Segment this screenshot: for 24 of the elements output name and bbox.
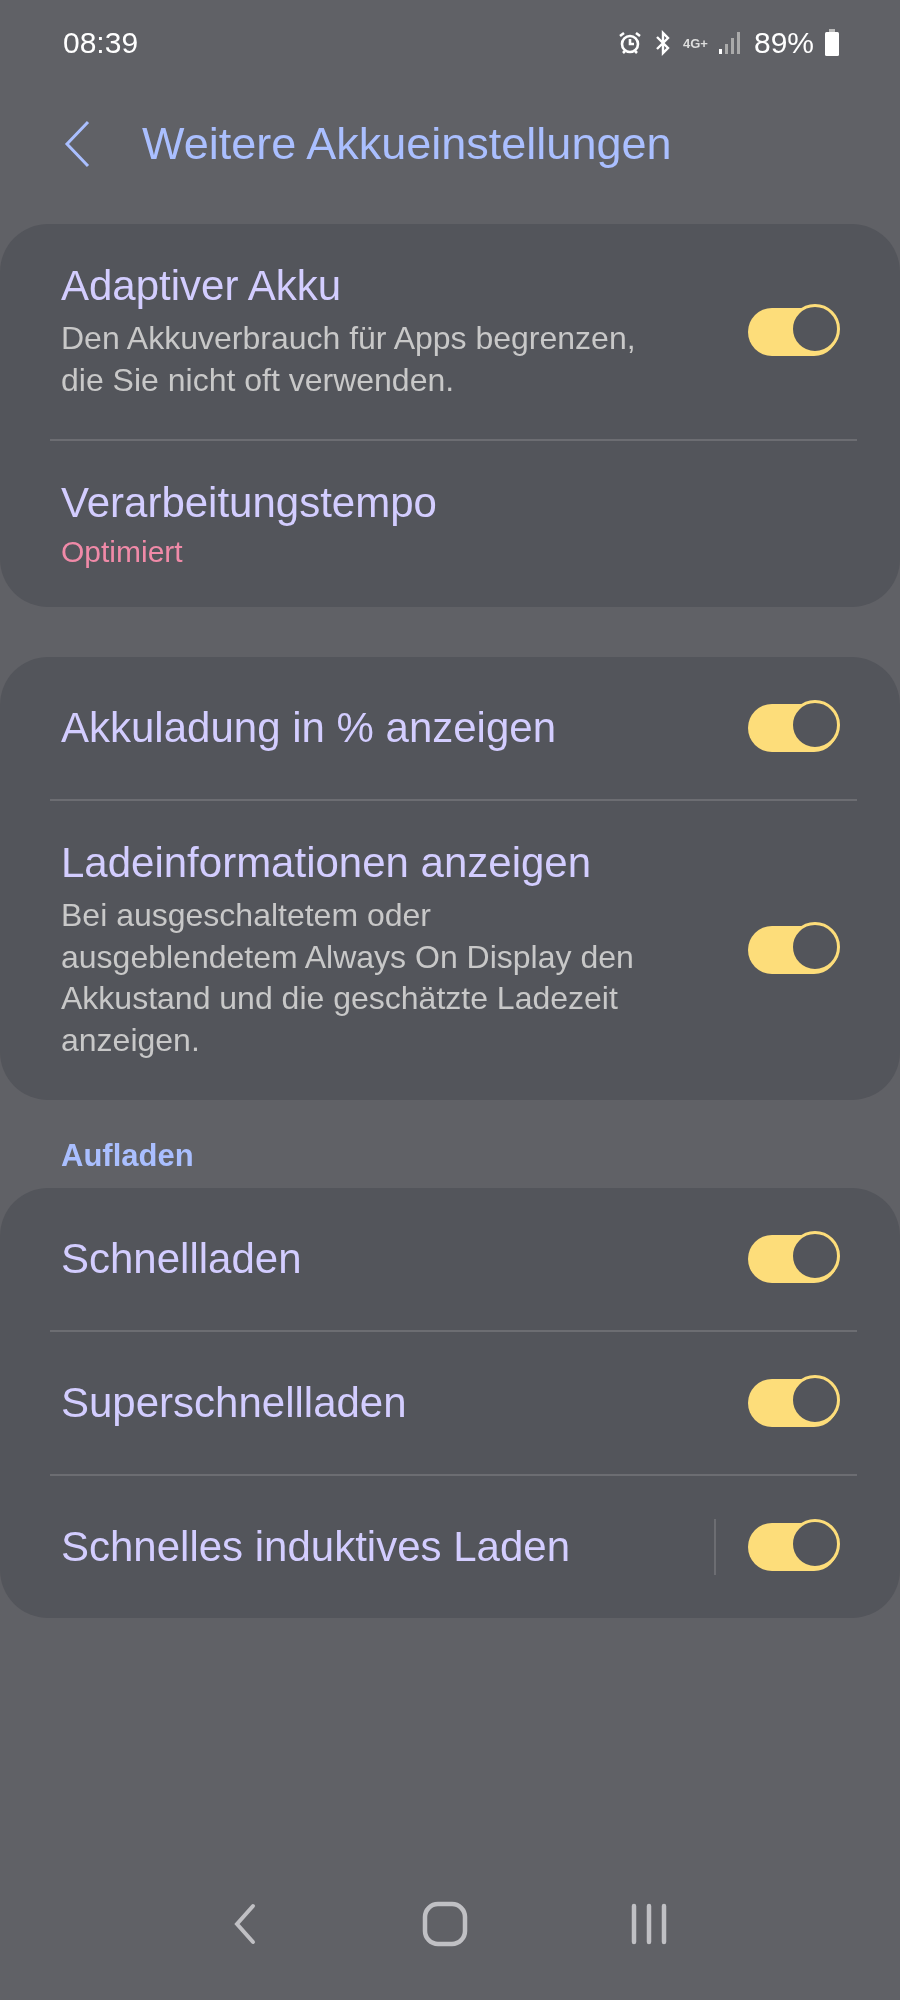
setting-title[interactable]: Verarbeitungstempo <box>61 479 838 528</box>
alarm-icon <box>617 30 643 56</box>
battery-percent: 89% <box>753 26 814 60</box>
signal-icon <box>717 31 742 55</box>
back-icon[interactable] <box>62 119 92 169</box>
setting-title[interactable]: Akkuladung in % anzeigen <box>61 704 748 753</box>
page-title: Weitere Akkueinstellungen <box>142 118 672 170</box>
setting-title[interactable]: Superschnellladen <box>61 1378 748 1427</box>
setting-description: Den Akkuverbrauch für Apps begrenzen, die Sie nicht oft verwenden. <box>61 319 637 400</box>
toggle-switch[interactable] <box>748 1378 838 1427</box>
toggle-switch[interactable] <box>748 1522 838 1571</box>
setting-description: Bei ausgeschaltetem oder ausgeblendetem Always On Display den Akkustand und die geschätzte Ladezeit anzeigen. <box>61 896 635 1060</box>
network-type: 4G+ <box>683 35 708 51</box>
setting-value: Optimiert <box>61 535 184 570</box>
setting-title[interactable]: Schnelles induktives Laden <box>61 1522 714 1571</box>
toggle-switch[interactable] <box>748 1234 838 1283</box>
section-heading: Aufladen <box>61 1137 195 1174</box>
battery-icon <box>824 29 840 57</box>
setting-title[interactable]: Ladeinformationen anzeigen <box>61 839 748 888</box>
setting-title[interactable]: Schnellladen <box>61 1234 748 1283</box>
home-icon[interactable] <box>422 1901 468 1947</box>
setting-title[interactable]: Adaptiver Akku <box>61 262 748 310</box>
toggle-switch[interactable] <box>748 307 838 356</box>
status-time: 08:39 <box>63 26 139 60</box>
